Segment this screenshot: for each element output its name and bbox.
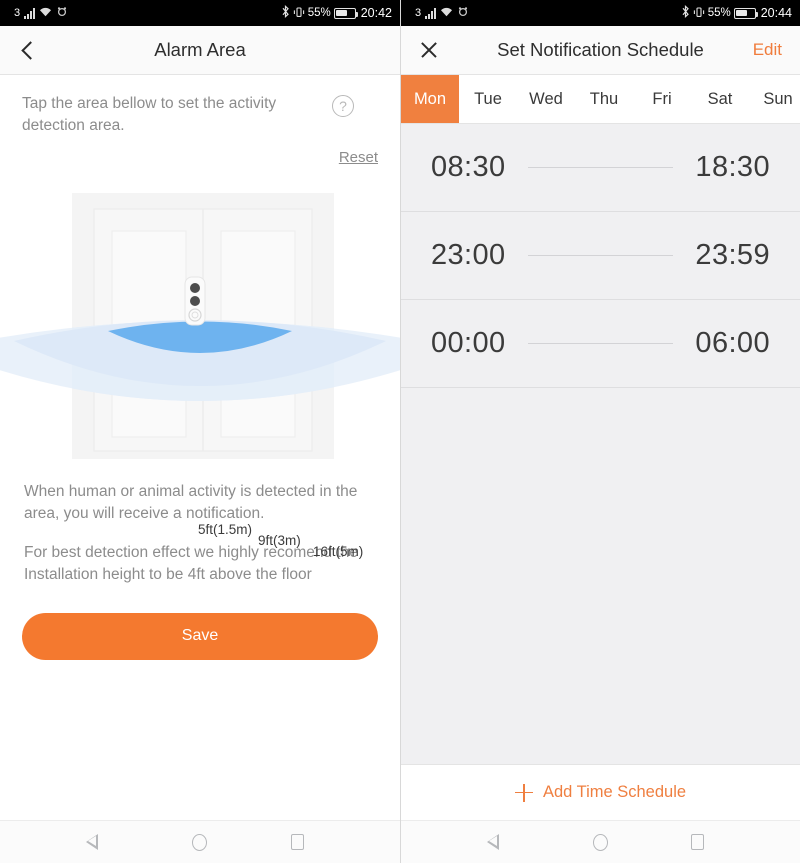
page-title: Alarm Area (154, 39, 246, 60)
schedule-end-time: 23:59 (695, 239, 770, 271)
tab-thu[interactable]: Thu (575, 75, 633, 123)
schedule-start-time: 08:30 (431, 151, 506, 183)
android-nav-bar (0, 820, 400, 863)
dual-screenshot-container: 3 55% 20:42 Alarm Area Tap the area bell… (0, 0, 800, 863)
network-type-label: 3 (14, 7, 21, 19)
wifi-icon (440, 6, 453, 20)
close-x-icon (419, 40, 439, 60)
vibrate-icon (293, 6, 305, 21)
status-bar-left: 3 (415, 6, 469, 20)
tab-wed[interactable]: Wed (517, 75, 575, 123)
schedule-list: 08:30 18:30 23:00 23:59 00:00 06:00 (401, 124, 800, 764)
door-illustration (0, 193, 400, 459)
question-mark-circle-icon[interactable]: ? (332, 95, 354, 117)
signal-bars-icon (24, 7, 36, 19)
app-notification-icon (457, 6, 469, 20)
nav-home-circle-icon[interactable] (581, 821, 621, 863)
tab-tue[interactable]: Tue (459, 75, 517, 123)
edit-button[interactable]: Edit (753, 40, 800, 60)
range-connector (527, 167, 674, 168)
zone-label-5ft: 5ft(1.5m) (198, 522, 253, 537)
tab-sun[interactable]: Sun (749, 75, 800, 123)
schedule-start-time: 00:00 (431, 327, 506, 359)
battery-icon (333, 7, 359, 19)
bluetooth-icon (281, 5, 290, 21)
table-row[interactable]: 08:30 18:30 (401, 124, 800, 212)
vibrate-icon (693, 6, 705, 21)
network-type-label: 3 (415, 7, 422, 19)
save-button-wrap: Save (0, 612, 400, 660)
alarm-area-screen: 3 55% 20:42 Alarm Area Tap the area bell… (0, 0, 400, 863)
notification-schedule-screen: 3 55% 20:44 Set Notification Schedule Ed… (400, 0, 800, 863)
signal-bars-icon (425, 7, 437, 19)
range-connector (527, 343, 674, 344)
wifi-icon (39, 6, 52, 20)
battery-icon (733, 7, 759, 19)
nav-recents-square-icon[interactable] (678, 821, 718, 863)
table-row[interactable]: 23:00 23:59 (401, 212, 800, 300)
reset-link[interactable]: Reset (339, 149, 378, 166)
hint-text: Tap the area bellow to set the activity … (22, 95, 277, 134)
tab-fri[interactable]: Fri (633, 75, 691, 123)
nav-back-triangle-icon[interactable] (484, 821, 524, 863)
schedule-start-time: 23:00 (431, 239, 506, 271)
description-paragraph-1: When human or animal activity is detecte… (24, 483, 358, 523)
app-notification-icon (56, 6, 68, 20)
battery-percent-label: 55% (707, 7, 731, 19)
nav-back-triangle-icon[interactable] (83, 821, 123, 863)
status-bar-right: 55% 20:44 (681, 5, 792, 21)
battery-percent-label: 55% (307, 7, 331, 19)
zone-label-9ft: 9ft(3m) (258, 533, 301, 548)
plus-icon (514, 783, 533, 802)
bluetooth-icon (681, 5, 690, 21)
range-connector (527, 255, 674, 256)
doorbell-sensor-icon (184, 276, 206, 326)
zone-label-16ft: 16ft(5m) (313, 544, 364, 559)
table-row[interactable]: 00:00 06:00 (401, 300, 800, 388)
status-bar-clock: 20:42 (360, 6, 392, 20)
chevron-left-icon (21, 40, 40, 60)
status-bar-left: 3 (14, 6, 68, 20)
schedule-end-time: 06:00 (695, 327, 770, 359)
app-bar: Alarm Area (0, 26, 400, 75)
status-bar-clock: 20:44 (760, 6, 792, 20)
app-bar: Set Notification Schedule Edit (401, 26, 800, 75)
schedule-end-time: 18:30 (695, 151, 770, 183)
back-button[interactable] (0, 26, 56, 75)
page-title: Set Notification Schedule (497, 39, 704, 60)
status-bar: 3 55% 20:44 (401, 0, 800, 26)
close-button[interactable] (401, 26, 457, 75)
reset-row: Reset (0, 137, 400, 167)
nav-recents-square-icon[interactable] (277, 821, 317, 863)
nav-home-circle-icon[interactable] (180, 821, 220, 863)
detection-area-diagram[interactable]: 5ft(1.5m) 9ft(3m) 16ft(5m) (0, 181, 400, 559)
save-button[interactable]: Save (22, 612, 378, 660)
add-time-schedule-label: Add Time Schedule (542, 783, 687, 801)
hint-row: Tap the area bellow to set the activity … (0, 75, 400, 137)
status-bar-right: 55% 20:42 (281, 5, 392, 21)
tab-sat[interactable]: Sat (691, 75, 749, 123)
day-tab-strip[interactable]: Mon Tue Wed Thu Fri Sat Sun (401, 75, 800, 124)
status-bar: 3 55% 20:42 (0, 0, 400, 26)
add-time-schedule-button[interactable]: Add Time Schedule (401, 764, 800, 820)
tab-mon[interactable]: Mon (401, 75, 459, 123)
android-nav-bar (401, 820, 800, 863)
